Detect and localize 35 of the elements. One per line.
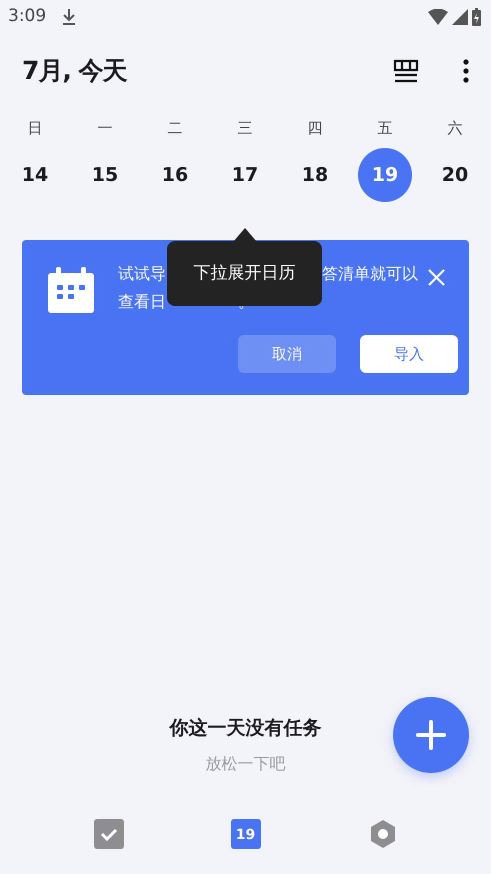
banner-text: 查看日 bbox=[118, 292, 166, 311]
day-number[interactable]: 20 bbox=[428, 148, 482, 202]
more-options-icon[interactable] bbox=[463, 59, 469, 83]
day-number[interactable]: 16 bbox=[148, 148, 202, 202]
weekday-label: 二 bbox=[166, 118, 184, 139]
calendar-icon bbox=[48, 267, 94, 313]
empty-subtitle: 放松一下吧 bbox=[206, 753, 286, 775]
day-number[interactable]: 19 bbox=[358, 148, 412, 202]
download-icon bbox=[62, 8, 76, 26]
weekday-label: 一 bbox=[96, 118, 114, 139]
day-number[interactable]: 15 bbox=[78, 148, 132, 202]
checkbox-icon[interactable] bbox=[94, 819, 124, 849]
day-number[interactable]: 14 bbox=[8, 148, 62, 202]
page-title: 7月, 今天 bbox=[22, 55, 127, 88]
empty-title: 你这一天没有任务 bbox=[170, 716, 322, 740]
weekday-label: 五 bbox=[376, 118, 394, 139]
import-button[interactable]: 导入 bbox=[360, 335, 458, 373]
weekday-label: 六 bbox=[446, 118, 464, 139]
week-view-icon[interactable] bbox=[393, 59, 419, 83]
weekday-label: 四 bbox=[306, 118, 324, 139]
day-number[interactable]: 18 bbox=[288, 148, 342, 202]
plus-icon bbox=[416, 720, 446, 750]
wifi-icon bbox=[428, 9, 448, 25]
signal-icon bbox=[452, 9, 468, 25]
banner-text: 试试导 bbox=[118, 264, 166, 283]
weekday-label: 三 bbox=[236, 118, 254, 139]
status-time: 3:09 bbox=[8, 5, 46, 28]
tooltip: 下拉展开日历 bbox=[167, 241, 322, 306]
battery-icon bbox=[472, 8, 481, 26]
calendar-tab[interactable]: 19 bbox=[230, 819, 260, 849]
weekday-label: 日 bbox=[26, 118, 44, 139]
close-icon[interactable] bbox=[428, 269, 445, 286]
add-button[interactable] bbox=[393, 697, 469, 773]
day-number[interactable]: 17 bbox=[218, 148, 272, 202]
banner-text: 答清单就可以 bbox=[322, 264, 418, 283]
